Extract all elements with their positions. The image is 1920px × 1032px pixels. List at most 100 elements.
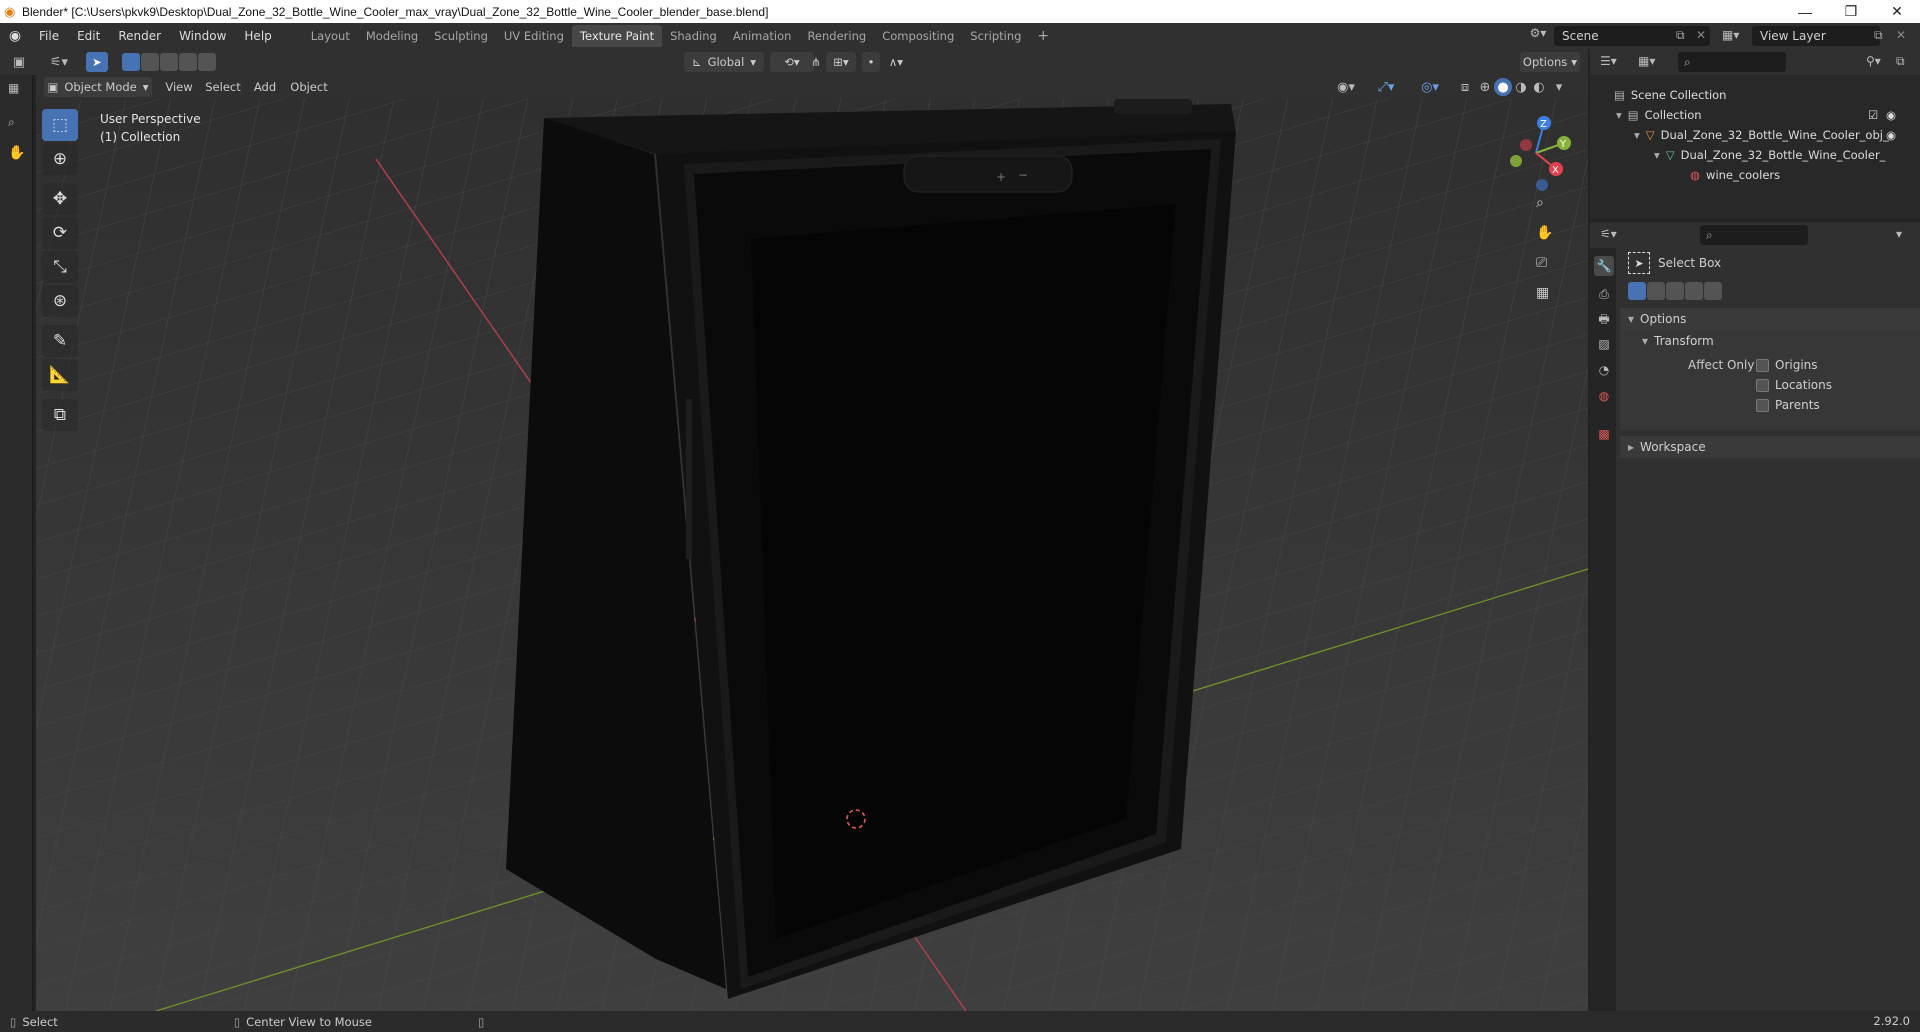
overlays-toggle-icon[interactable]: ◎▾ <box>1412 78 1448 96</box>
object-mode-dropdown[interactable]: ▣ Object Mode ▾ <box>44 77 152 97</box>
properties-search-input[interactable]: ⌕ <box>1700 225 1808 245</box>
outliner-scene-collection[interactable]: ▤ Scene Collection <box>1614 85 1726 105</box>
display-mode-icon[interactable]: ▦▾ <box>1638 54 1655 68</box>
workspace-panel-header[interactable]: ▸ Workspace <box>1620 436 1920 458</box>
perspective-toggle-icon[interactable]: ▦ <box>1536 285 1549 301</box>
tool-tab-icon[interactable]: 🔧 <box>1594 256 1614 276</box>
new-view-layer-icon[interactable]: ⧉ <box>1874 28 1883 43</box>
zoom-view-icon[interactable]: ⌕ <box>1536 195 1544 211</box>
visibility-icon[interactable]: ◉▾ <box>1330 78 1362 96</box>
move-tool[interactable]: ✥ <box>42 183 78 215</box>
mode-subtract-icon[interactable] <box>160 53 178 71</box>
new-scene-icon[interactable]: ⧉ <box>1676 28 1685 43</box>
world-tab-icon[interactable]: ◍ <box>1594 386 1614 406</box>
mode-subtract-icon[interactable] <box>1666 282 1684 300</box>
tab-modeling[interactable]: Modeling <box>358 25 426 47</box>
tool-settings-icon[interactable]: ⚟▾ <box>46 53 72 71</box>
mode-intersect-icon[interactable] <box>1704 282 1722 300</box>
measure-tool[interactable]: 📐 <box>42 359 78 391</box>
tab-uv-editing[interactable]: UV Editing <box>496 25 572 47</box>
xray-icon[interactable]: ⧈ <box>1456 78 1474 96</box>
mode-new-icon[interactable] <box>122 53 140 71</box>
options-dropdown[interactable]: Options ▾ <box>1520 52 1580 72</box>
tab-shading[interactable]: Shading <box>662 25 725 47</box>
object-menu[interactable]: Object <box>284 77 334 97</box>
rotate-tool[interactable]: ⟳ <box>42 217 78 249</box>
tab-animation[interactable]: Animation <box>725 25 800 47</box>
render-tab-icon[interactable]: ⎙ <box>1594 284 1614 304</box>
mode-difference-icon[interactable] <box>179 53 197 71</box>
scale-tool[interactable]: ⤡ <box>42 251 78 283</box>
camera-view-icon[interactable]: ⎚ <box>1536 255 1547 271</box>
locations-checkbox[interactable]: Locations <box>1756 378 1832 392</box>
mode-extend-icon[interactable] <box>141 53 159 71</box>
outliner-mesh[interactable]: ▾ ▽ Dual_Zone_32_Bottle_Wine_Cooler_ <box>1654 145 1885 165</box>
select-box-tool-icon[interactable]: ➤ <box>86 52 108 72</box>
material-shading-icon[interactable]: ◑ <box>1512 78 1530 96</box>
annotate-tool[interactable]: ✎ <box>42 325 78 357</box>
falloff-icon[interactable]: ∧▾ <box>882 52 910 72</box>
tab-rendering[interactable]: Rendering <box>799 25 874 47</box>
blender-menu-icon[interactable]: ◉ <box>0 28 30 44</box>
view-menu[interactable]: View <box>160 77 198 97</box>
transform-tool[interactable]: ⊛ <box>42 285 78 317</box>
delete-view-layer-icon[interactable]: ✕ <box>1896 28 1906 42</box>
menu-file[interactable]: File <box>30 25 68 47</box>
menu-edit[interactable]: Edit <box>68 25 109 47</box>
add-workspace-button[interactable]: + <box>1029 25 1057 47</box>
tab-texture-paint[interactable]: Texture Paint <box>571 25 663 47</box>
scene-selector[interactable]: Scene <box>1554 26 1710 46</box>
delete-scene-icon[interactable]: ✕ <box>1696 28 1706 42</box>
scene-tab-icon[interactable]: ◔ <box>1594 360 1614 380</box>
maximize-button[interactable]: ❐ <box>1828 0 1874 23</box>
outliner-object[interactable]: ▾ ▽ Dual_Zone_32_Bottle_Wine_Cooler_obj_ ◉ <box>1634 125 1916 145</box>
select-menu[interactable]: Select <box>200 77 246 97</box>
tab-sculpting[interactable]: Sculpting <box>426 25 496 47</box>
transform-subpanel-header[interactable]: ▾ Transform <box>1642 334 1714 348</box>
parents-checkbox[interactable]: Parents <box>1756 398 1820 412</box>
origins-checkbox[interactable]: Origins <box>1756 358 1818 372</box>
proportional-edit-icon[interactable]: • <box>862 52 880 72</box>
tab-scripting[interactable]: Scripting <box>962 25 1029 47</box>
outliner-search-input[interactable]: ⌕ <box>1678 52 1786 72</box>
mode-extend-icon[interactable] <box>1647 282 1665 300</box>
selection-mode-buttons[interactable] <box>122 53 217 74</box>
properties-editor-icon[interactable]: ⚟▾ <box>1600 227 1617 241</box>
tool-mode-buttons[interactable] <box>1628 282 1723 303</box>
wine-cooler-model[interactable]: + − <box>506 99 1236 999</box>
chevron-down-icon[interactable]: ▾ <box>1896 227 1902 241</box>
view-layer-icon[interactable]: ▦▾ <box>1722 28 1739 42</box>
select-box-tool[interactable]: ⬚ <box>42 109 78 141</box>
output-tab-icon[interactable]: 🖶 <box>1594 310 1614 330</box>
rendered-shading-icon[interactable]: ◐ <box>1530 78 1548 96</box>
minimize-button[interactable]: — <box>1782 0 1828 23</box>
outliner-editor-icon[interactable]: ☰▾ <box>1600 54 1617 68</box>
wireframe-shading-icon[interactable]: ⊕ <box>1476 78 1494 96</box>
view-layer-selector[interactable]: View Layer <box>1752 26 1880 46</box>
pan-view-icon[interactable]: ✋ <box>1536 225 1553 241</box>
scene-icon[interactable]: ⚙▾ <box>1524 26 1552 46</box>
options-panel-header[interactable]: ▾ Options <box>1620 308 1920 330</box>
menu-render[interactable]: Render <box>109 25 170 47</box>
editor-type-icon[interactable]: ▣ <box>10 53 28 71</box>
zoom-icon[interactable]: ⌕ <box>8 115 15 130</box>
3d-viewport[interactable]: + − Z Y X ⌕ ✋ ⎚ ▦ <box>36 99 1588 1011</box>
mode-intersect-icon[interactable] <box>198 53 216 71</box>
shading-options-icon[interactable]: ▾ <box>1550 78 1568 96</box>
tab-layout[interactable]: Layout <box>303 25 358 47</box>
checkbox-icon[interactable]: ☑ <box>1868 108 1878 122</box>
view-layer-tab-icon[interactable]: ▨ <box>1594 334 1614 354</box>
tab-compositing[interactable]: Compositing <box>874 25 962 47</box>
solid-shading-icon[interactable]: ● <box>1494 78 1512 96</box>
gizmo-toggle-icon[interactable]: ⤢▾ <box>1368 78 1404 96</box>
outliner-material[interactable]: ◍ wine_coolers <box>1690 165 1780 185</box>
hand-icon[interactable]: ✋ <box>8 145 25 161</box>
menu-window[interactable]: Window <box>170 25 235 47</box>
mode-new-icon[interactable] <box>1628 282 1646 300</box>
cursor-tool[interactable]: ⊕ <box>42 143 78 175</box>
mode-difference-icon[interactable] <box>1685 282 1703 300</box>
grid-icon[interactable]: ▦ <box>8 81 19 95</box>
filter-icon[interactable]: ⚲▾ <box>1866 54 1881 68</box>
texture-tab-icon[interactable]: ▩ <box>1594 424 1614 444</box>
new-collection-icon[interactable]: ⧉ <box>1896 54 1905 69</box>
